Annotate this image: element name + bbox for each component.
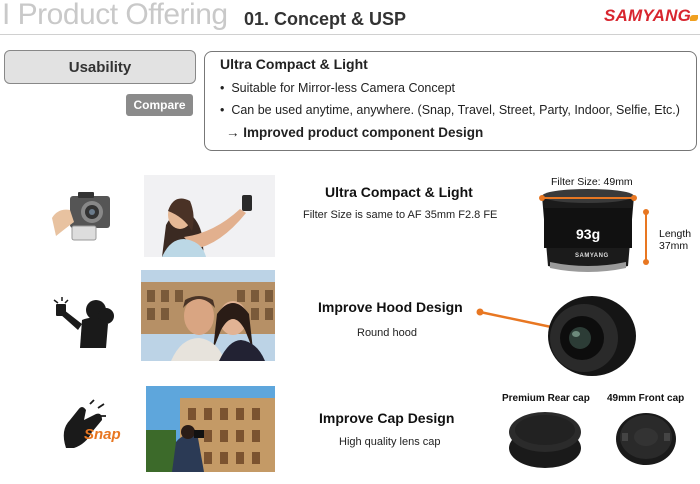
brand-logo: SAMYANG — [604, 6, 692, 25]
feature-conclusion: → Improved product component Design — [226, 125, 483, 140]
category-usability: Usability — [4, 50, 196, 84]
round-hood-lens-image — [476, 296, 636, 376]
section-title: I Product Offering — [2, 0, 228, 31]
bullet-text: Can be used anytime, anywhere. (Snap, Tr… — [231, 103, 680, 117]
header-divider — [0, 34, 700, 35]
row-title: Improve Hood Design — [318, 299, 463, 315]
compare-button[interactable]: Compare — [126, 94, 193, 116]
page-subtitle: 01. Concept & USP — [244, 9, 407, 29]
conclusion-text: Improved product component Design — [243, 125, 484, 140]
weight-label: 93g — [576, 226, 601, 242]
traveler-colosseum-photo — [146, 386, 275, 472]
lens-brand-text: SAMYANG — [575, 253, 609, 259]
snap-text: Snap — [84, 426, 121, 443]
front-cap-label: 49mm Front cap — [607, 393, 685, 404]
selfie-pose-icon — [53, 297, 114, 348]
selfie-woman-photo — [144, 175, 275, 257]
snap-fingers-icon: Snap — [56, 398, 132, 456]
bullet-text: Suitable for Mirror-less Camera Concept — [231, 81, 456, 95]
filter-size-label: Filter Size: 49mm — [551, 176, 633, 188]
right-arrow-icon: → — [226, 125, 240, 140]
feature-bullet: • Suitable for Mirror-less Camera Concep… — [220, 81, 456, 95]
row-title: Ultra Compact & Light — [325, 184, 473, 200]
feature-title: Ultra Compact & Light — [220, 56, 368, 72]
row-description: High quality lens cap — [339, 436, 441, 448]
couple-selfie-colosseum-photo — [141, 270, 275, 361]
feature-bullet: • Can be used anytime, anywhere. (Snap, … — [220, 103, 680, 117]
row-description: Filter Size is same to AF 35mm F2.8 FE — [303, 209, 498, 221]
front-cap-image — [616, 413, 676, 465]
length-value: 37mm — [659, 240, 689, 252]
row-title: Improve Cap Design — [319, 410, 455, 426]
brand-logo-mark — [690, 15, 698, 21]
camera-in-hand-icon — [52, 192, 110, 241]
rear-cap-label: Premium Rear cap — [502, 393, 590, 404]
length-label: Length — [659, 228, 692, 240]
rear-cap-image — [509, 412, 581, 468]
row-description: Round hood — [357, 327, 417, 339]
